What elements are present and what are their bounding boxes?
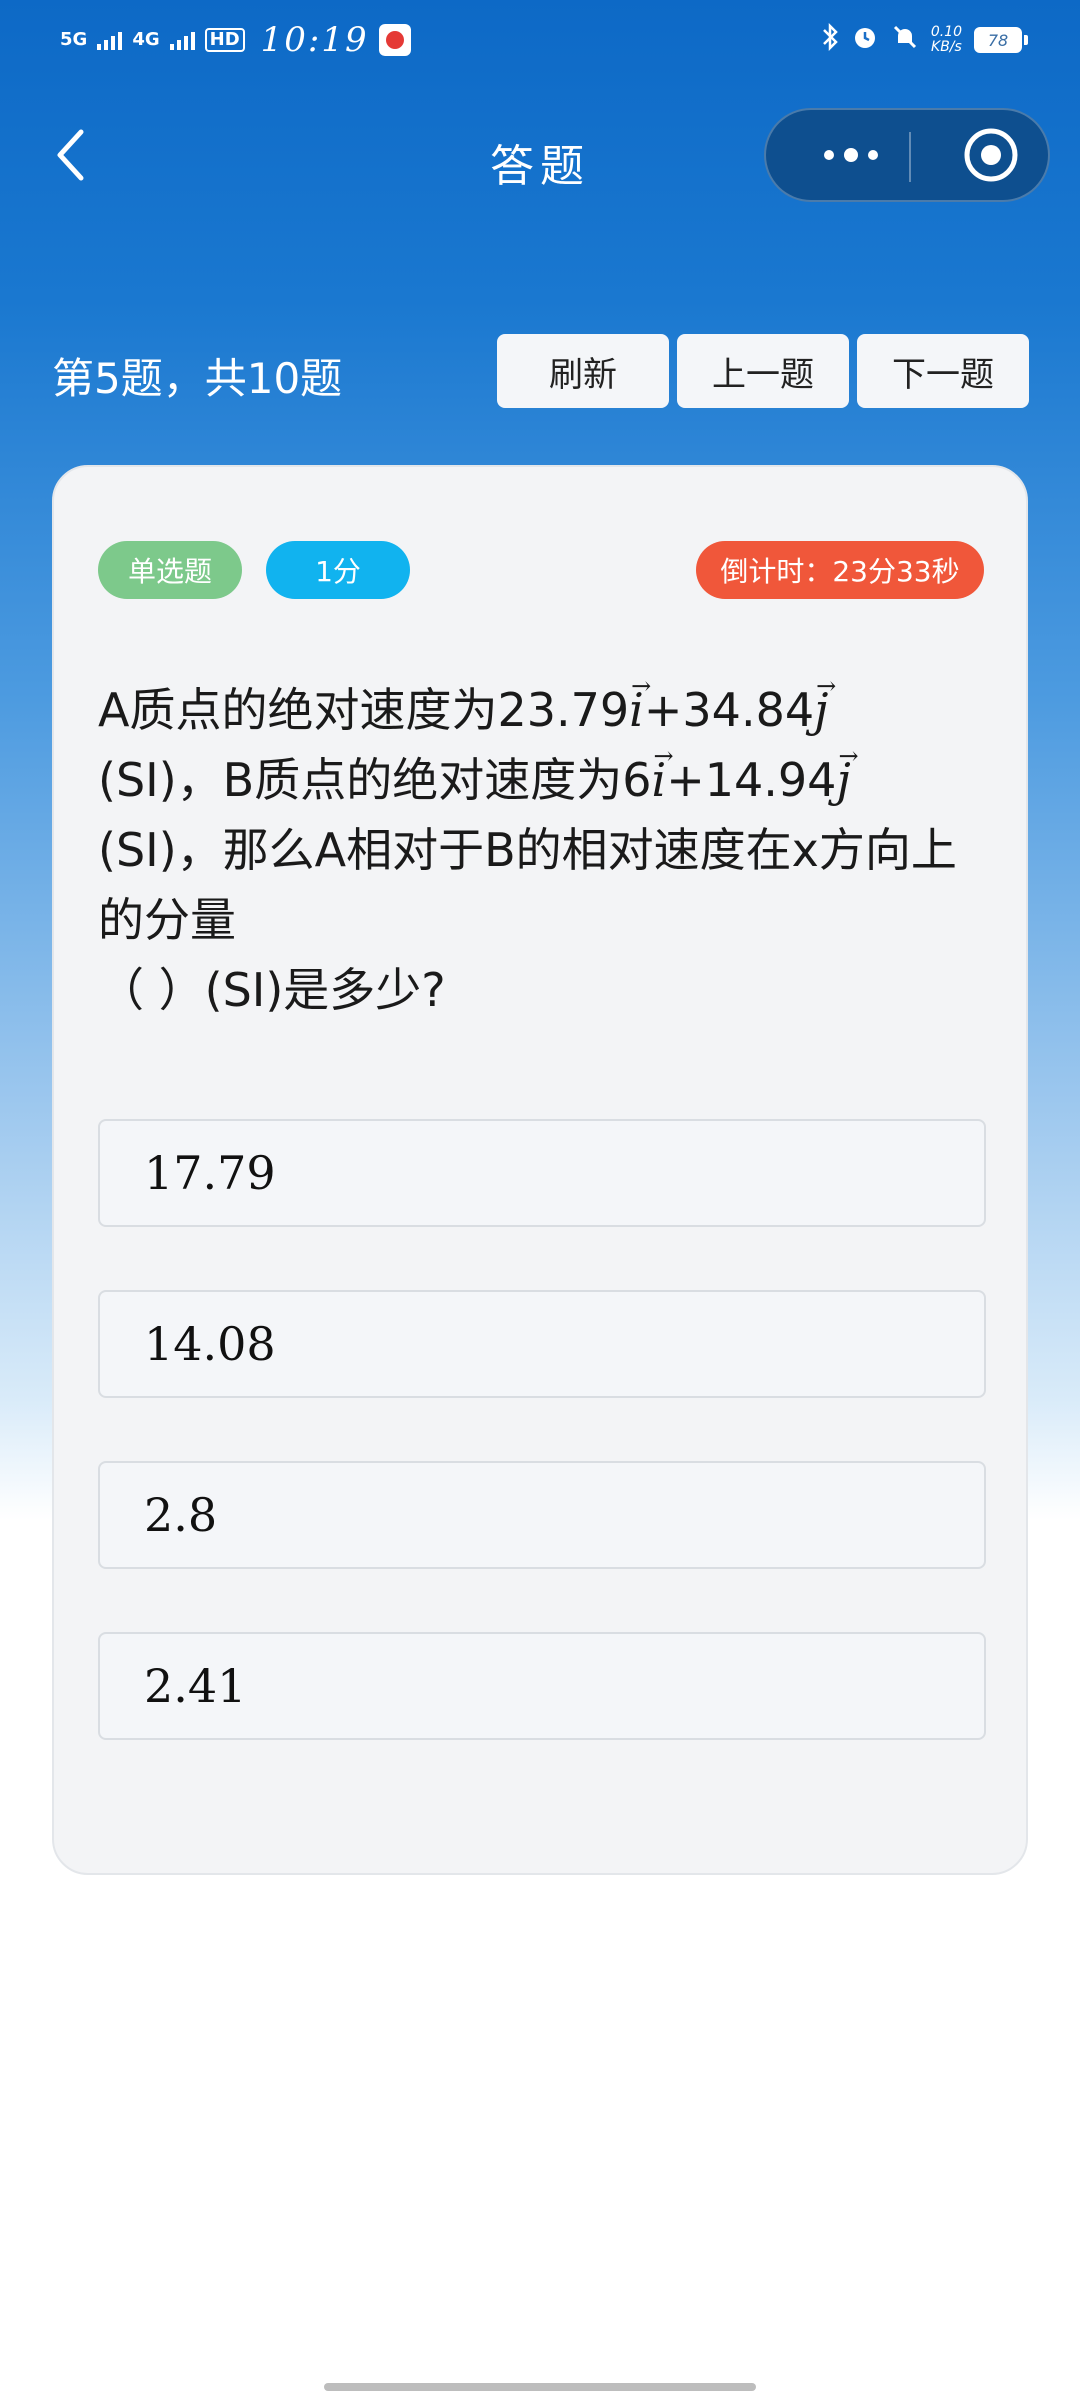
question-card: 单选题 1分 倒计时：23分33秒 A质点的绝对速度为23.79i+34.84j…	[52, 465, 1028, 1875]
answer-option[interactable]: 2.8	[98, 1461, 986, 1569]
alarm-icon	[851, 23, 879, 58]
status-bar: 5G 4G HD 10:19 0.10 KB/s 78	[0, 0, 1080, 80]
app-notification-icon	[378, 24, 411, 56]
battery-level: 78	[987, 30, 1009, 50]
next-question-button[interactable]: 下一题	[857, 334, 1029, 408]
signal-bars-icon	[97, 30, 123, 50]
question-line: (SI)，B质点的绝对速度为6i+14.94j	[98, 721, 988, 815]
close-miniprogram-button[interactable]	[946, 110, 1036, 200]
question-segment: +14.94	[666, 753, 837, 807]
vector-j: j	[836, 721, 859, 815]
answer-option[interactable]: 14.08	[98, 1290, 986, 1398]
question-type-badge: 单选题	[98, 541, 242, 599]
vector-j: j	[814, 651, 837, 745]
network-5g-label: 5G	[60, 29, 88, 50]
more-dots-icon	[824, 148, 878, 162]
vector-i: i	[651, 721, 673, 815]
status-time: 10:19	[260, 20, 369, 60]
answer-option[interactable]: 2.41	[98, 1632, 986, 1740]
previous-question-button[interactable]: 上一题	[677, 334, 849, 408]
question-line: (SI)，那么A相对于B的相对速度在x方向上	[98, 823, 957, 877]
question-segment: A质点的绝对速度为23.79	[98, 683, 630, 737]
question-line: （ ）(SI)是多少?	[98, 963, 446, 1017]
speed-value: 0.10	[930, 24, 962, 40]
answer-option[interactable]: 17.79	[98, 1119, 986, 1227]
question-segment: (SI)，B质点的绝对速度为6	[98, 753, 652, 807]
network-4g-label: 4G	[132, 29, 160, 50]
network-speed: 0.10 KB/s	[931, 25, 962, 55]
vector-i: i	[629, 651, 651, 745]
status-right: 0.10 KB/s 78	[821, 18, 1028, 62]
hd-badge: HD	[204, 28, 245, 52]
title-bar: 答题	[0, 100, 1080, 210]
question-progress: 第5题，共10题	[52, 354, 343, 403]
question-text: A质点的绝对速度为23.79i+34.84j (SI)，B质点的绝对速度为6i+…	[98, 651, 988, 1025]
more-button[interactable]	[806, 110, 896, 200]
miniprogram-capsule	[764, 108, 1050, 202]
refresh-button[interactable]: 刷新	[497, 334, 669, 408]
mute-bell-icon	[891, 23, 919, 58]
home-indicator[interactable]	[324, 2383, 756, 2391]
countdown-badge: 倒计时：23分33秒	[696, 541, 984, 599]
status-left: 5G 4G HD 10:19	[60, 18, 411, 62]
capsule-divider	[909, 132, 911, 182]
signal-bars-icon	[169, 30, 195, 50]
battery-icon: 78	[974, 27, 1028, 53]
speed-unit: KB/s	[931, 39, 962, 55]
bluetooth-icon	[821, 22, 839, 58]
score-badge: 1分	[266, 541, 410, 599]
target-circle-icon	[964, 128, 1018, 182]
question-line: 的分量	[98, 893, 236, 947]
